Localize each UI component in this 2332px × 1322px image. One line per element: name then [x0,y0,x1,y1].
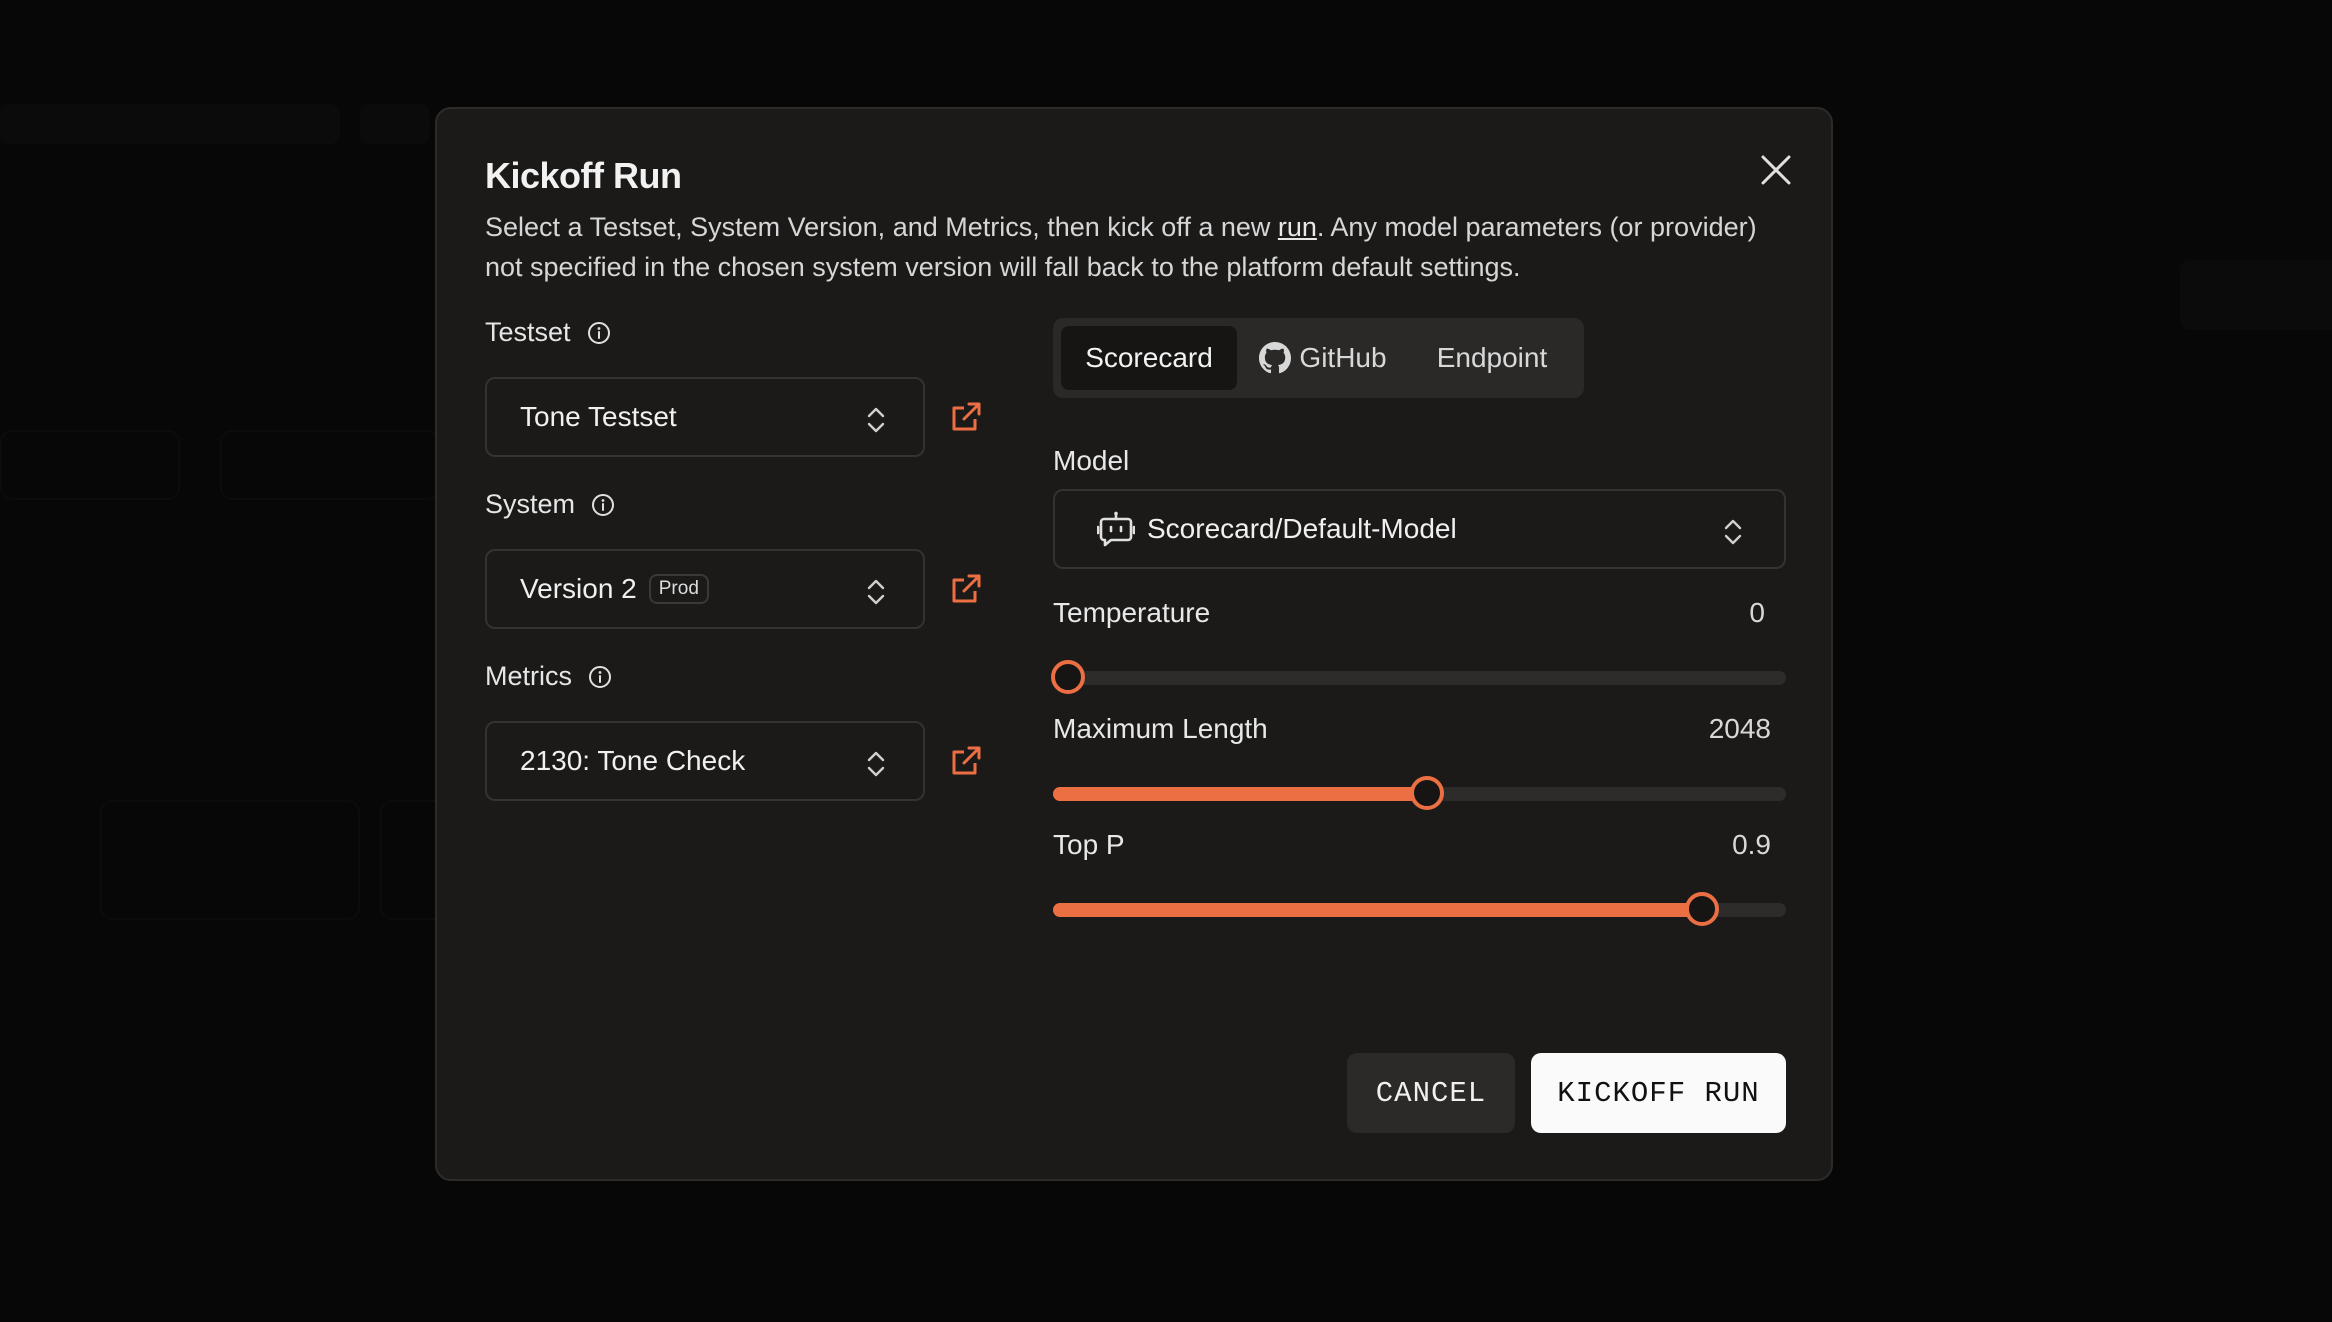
chevron-up-down-icon [1724,519,1742,545]
top-p-slider[interactable] [1053,892,1786,926]
system-label-text: System [485,489,576,519]
top-p-label: Top P [1053,829,1125,860]
model-select[interactable]: Scorecard/Default-Model [1053,489,1786,569]
temperature-label: Temperature [1053,597,1211,628]
max-length-slider[interactable] [1053,776,1786,810]
chevron-up-down-icon [867,751,885,777]
tab-endpoint[interactable]: Endpoint [1409,326,1575,390]
testset-label-text: Testset [485,317,571,347]
testset-label: Testset [485,317,611,348]
system-value: Version 2 [520,573,637,604]
info-icon[interactable] [587,321,611,345]
bot-icon [1097,511,1135,547]
slider-thumb[interactable] [1409,776,1444,810]
run-link[interactable]: run [1278,212,1317,242]
temperature-value: 0 [1749,597,1765,628]
metrics-label: Metrics [485,661,612,692]
metrics-value: 2130: Tone Check [520,745,746,776]
provider-tabs: Scorecard GitHub Endpoint [1053,318,1584,398]
github-icon [1259,342,1292,374]
external-link-icon[interactable] [949,400,983,434]
top-p-value: 0.9 [1732,829,1771,860]
close-button[interactable] [1751,145,1801,195]
close-icon [1761,155,1791,185]
model-value: Scorecard/Default-Model [1147,513,1457,544]
system-select[interactable]: Version 2 Prod [485,549,925,629]
kickoff-run-dialog: Kickoff Run Select a Testset, System Ver… [435,107,1833,1181]
kickoff-run-button[interactable]: KICKOFF RUN [1531,1053,1786,1133]
metrics-label-text: Metrics [485,661,572,691]
chevron-up-down-icon [867,407,885,433]
testset-select[interactable]: Tone Testset [485,377,925,457]
cancel-button[interactable]: CANCEL [1347,1053,1515,1133]
slider-fill [1053,787,1427,801]
max-length-value: 2048 [1708,713,1771,744]
slider-thumb[interactable] [1684,892,1719,926]
tab-github[interactable]: GitHub [1237,326,1409,390]
chevron-up-down-icon [867,579,885,605]
metrics-select[interactable]: 2130: Tone Check [485,721,925,801]
info-icon[interactable] [588,665,612,689]
tab-label: Endpoint [1436,342,1548,373]
info-icon[interactable] [591,493,615,517]
external-link-icon[interactable] [949,744,983,778]
slider-thumb[interactable] [1050,660,1085,694]
system-label: System [485,489,615,520]
tab-scorecard[interactable]: Scorecard [1061,326,1237,390]
model-label: Model [1053,445,1130,476]
testset-value: Tone Testset [520,401,677,432]
temperature-slider[interactable] [1050,660,1786,694]
external-link-icon[interactable] [949,572,983,606]
max-length-label: Maximum Length [1053,713,1268,744]
slider-fill [1053,903,1702,917]
description-text: Select a Testset, System Version, and Me… [485,212,1278,242]
prod-badge: Prod [648,574,709,604]
dialog-description: Select a Testset, System Version, and Me… [485,207,1765,287]
tab-label: Scorecard [1085,342,1213,373]
dialog-title: Kickoff Run [485,155,682,196]
tab-label: GitHub [1299,342,1387,373]
